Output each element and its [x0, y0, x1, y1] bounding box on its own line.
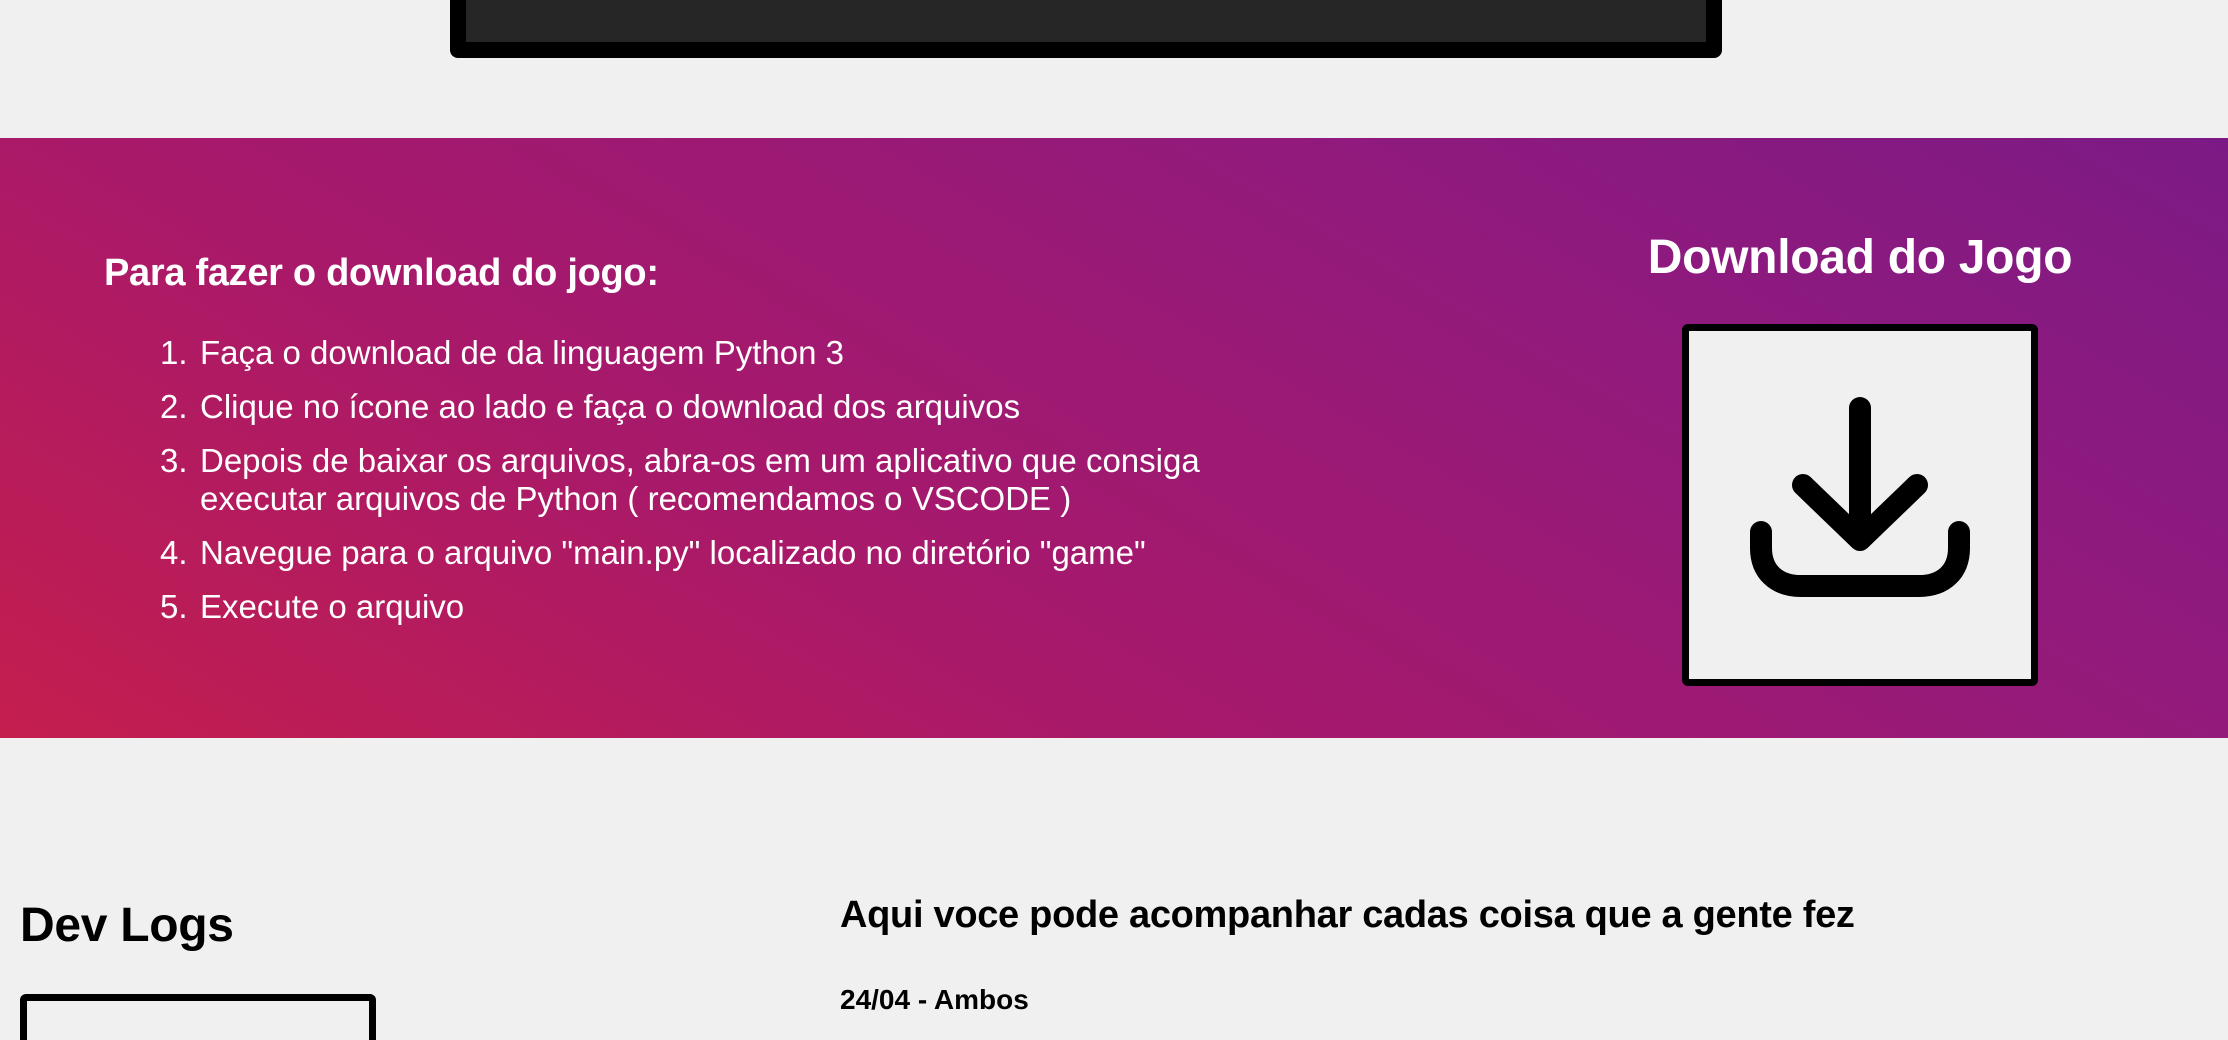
step-text: Navegue para o arquivo "main.py" localiz… — [200, 534, 1146, 571]
list-item: 1. Faça o download de da linguagem Pytho… — [160, 334, 1200, 372]
download-steps-list: 1. Faça o download de da linguagem Pytho… — [160, 334, 1200, 642]
step-number: 4. — [160, 534, 188, 571]
video-player[interactable] — [466, 0, 1706, 42]
download-instructions-heading: Para fazer o download do jogo: — [104, 252, 659, 294]
devlogs-intro-heading: Aqui voce pode acompanhar cadas coisa qu… — [840, 894, 1855, 936]
list-item: 4. Navegue para o arquivo "main.py" loca… — [160, 534, 1200, 572]
list-item: 5. Execute o arquivo — [160, 588, 1200, 626]
step-number: 5. — [160, 588, 188, 625]
list-item: 3. Depois de baixar os arquivos, abra-os… — [160, 442, 1200, 518]
step-number: 3. — [160, 442, 188, 479]
list-item: 2. Clique no ícone ao lado e faça o down… — [160, 388, 1200, 426]
download-section: Para fazer o download do jogo: 1. Faça o… — [0, 138, 2228, 738]
download-icon — [1750, 397, 1970, 597]
download-game-title: Download do Jogo — [1647, 231, 2073, 284]
video-frame — [450, 0, 1722, 58]
page: Para fazer o download do jogo: 1. Faça o… — [0, 0, 2228, 1040]
step-text: Clique no ícone ao lado e faça o downloa… — [200, 388, 1021, 425]
step-text: Execute o arquivo — [200, 588, 465, 625]
step-text: Faça o download de da linguagem Python 3 — [200, 334, 844, 371]
devlog-card[interactable] — [20, 994, 376, 1040]
step-text: Depois de baixar os arquivos, abra-os em… — [200, 442, 1200, 517]
step-number: 2. — [160, 388, 188, 425]
step-number: 1. — [160, 334, 188, 371]
devlog-entry-title: 24/04 - Ambos — [840, 984, 1029, 1015]
download-game-button[interactable] — [1682, 324, 2038, 686]
devlogs-title: Dev Logs — [20, 899, 234, 952]
